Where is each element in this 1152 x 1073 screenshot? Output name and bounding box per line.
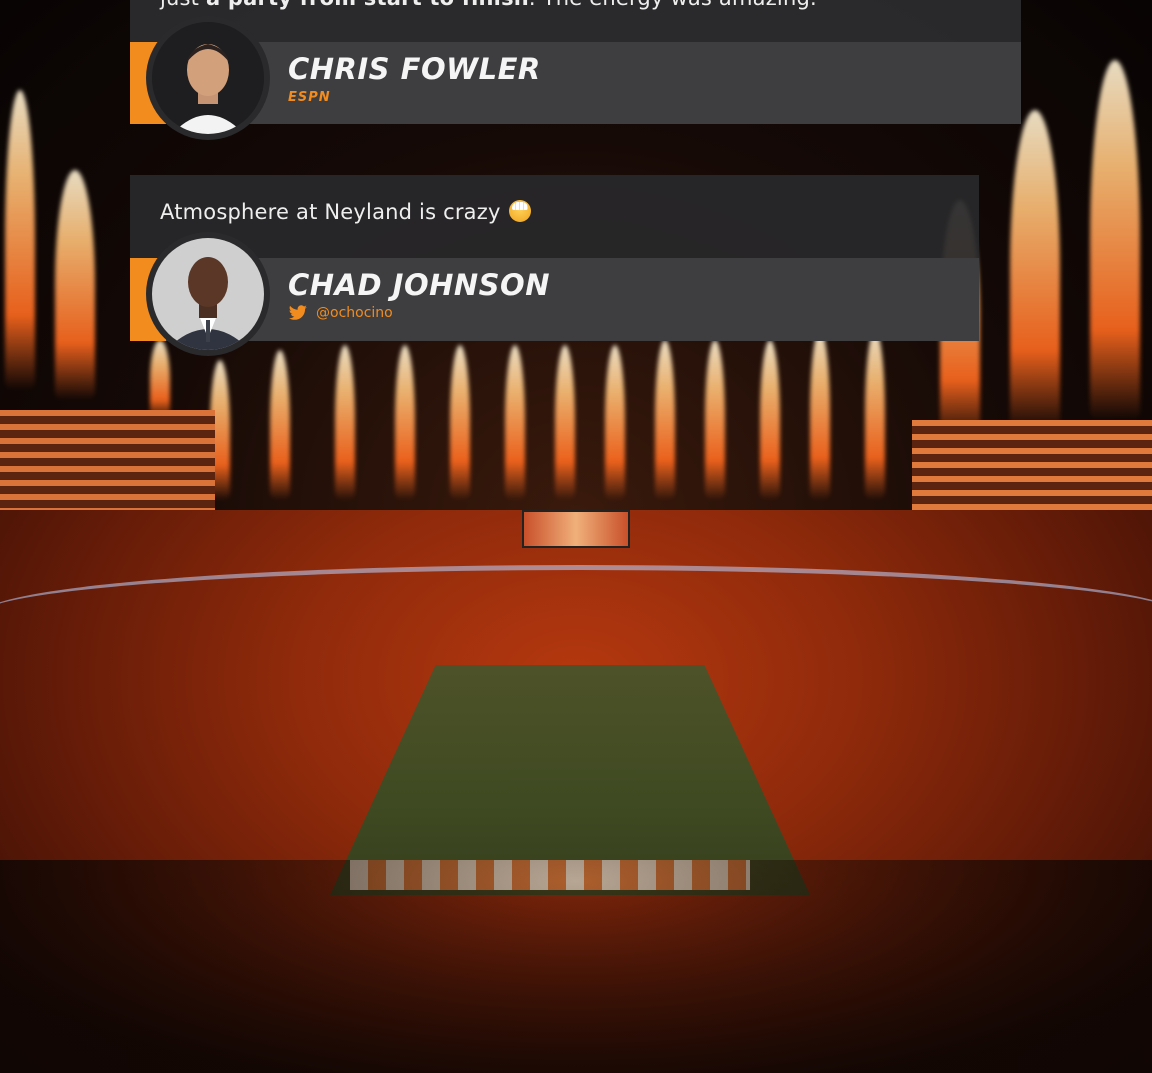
firework	[505, 345, 525, 500]
exploding-head-icon	[508, 200, 531, 222]
quote-text: Atmosphere at Neyland is crazy	[160, 200, 531, 224]
firework	[1010, 110, 1060, 430]
author-name: CHAD JOHNSON	[288, 268, 550, 302]
stadium-background	[0, 0, 1152, 1073]
quote-card-chad-johnson: Atmosphere at Neyland is crazy CHAD JOHN…	[130, 175, 979, 350]
quote-text-body: Atmosphere at Neyland is crazy	[160, 200, 501, 224]
firework	[395, 345, 415, 500]
firework	[555, 345, 575, 500]
scoreboard	[522, 510, 630, 548]
firework	[270, 350, 290, 500]
quote-text-bold: a party from start to finish	[206, 0, 529, 10]
firework	[5, 90, 35, 390]
firework	[865, 330, 885, 500]
firework	[150, 340, 170, 420]
quote-text: just a party from start to finish. The e…	[160, 0, 817, 10]
handle-text[interactable]: @ochocino	[316, 305, 393, 321]
firework	[705, 340, 725, 500]
firework	[55, 170, 95, 400]
firework	[605, 345, 625, 500]
firework	[335, 345, 355, 500]
avatar	[152, 22, 264, 134]
firework	[1090, 60, 1140, 420]
author-bar: CHRIS FOWLER ESPN	[130, 22, 1021, 134]
quote-text-prefix: just	[160, 0, 206, 10]
quote-card-chris-fowler: just a party from start to finish. The e…	[130, 0, 1021, 134]
firework	[810, 330, 830, 500]
firework	[450, 345, 470, 500]
author-affiliation: ESPN	[288, 89, 331, 105]
firework	[655, 340, 675, 500]
author-name: CHRIS FOWLER	[288, 52, 541, 86]
espn-logo: ESPN	[288, 90, 331, 105]
author-handle[interactable]: @ochocino	[288, 305, 393, 321]
firework	[760, 340, 780, 500]
quote-text-suffix: . The energy was amazing.	[529, 0, 817, 10]
foreground-fans	[0, 860, 1152, 1073]
twitter-bird-icon	[288, 305, 307, 320]
author-bar: CHAD JOHNSON @ochocino	[130, 238, 979, 350]
avatar	[152, 238, 264, 350]
